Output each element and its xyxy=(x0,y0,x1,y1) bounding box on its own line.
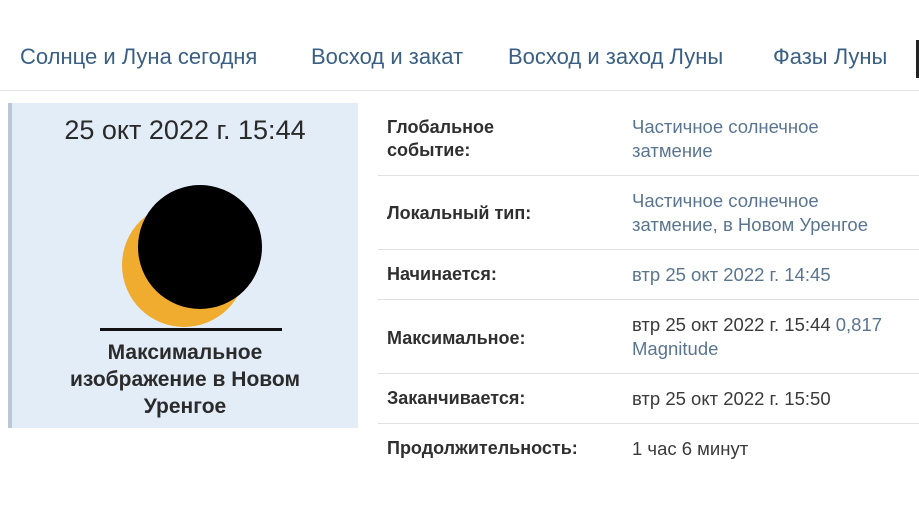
row-maximum: Максимальное: втр 25 окт 2022 г. 15:44 0… xyxy=(378,300,919,374)
eclipse-caption-line: изображение в Новом xyxy=(70,368,300,391)
row-begins: Начинается: втр 25 окт 2022 г. 14:45 xyxy=(378,250,919,300)
row-value-line[interactable]: затмение xyxy=(632,139,919,163)
nav-item-moonrise-moonset[interactable]: Восход и заход Луны xyxy=(508,44,723,70)
row-value[interactable]: Частичное солнечное затмение xyxy=(632,115,919,163)
magnitude-value[interactable]: 0,817 xyxy=(836,314,882,335)
row-value-line: втр 25 окт 2022 г. 15:44 0,817 xyxy=(632,313,919,337)
row-label-line: Глобальное xyxy=(387,117,495,137)
row-value: втр 25 окт 2022 г. 15:44 0,817 Magnitude xyxy=(632,313,919,361)
row-label: Глобальное событие: xyxy=(387,116,494,162)
nav-item-sunrise-sunset[interactable]: Восход и закат xyxy=(311,44,463,70)
moon-disc xyxy=(138,185,262,309)
page: Солнце и Луна сегодня Восход и закат Вос… xyxy=(0,0,919,517)
eclipse-caption-line: Максимальное xyxy=(107,341,263,364)
row-global-event: Глобальное событие: Частичное солнечное … xyxy=(378,103,919,176)
row-value[interactable]: Частичное солнечное затмение, в Новом Ур… xyxy=(632,189,919,237)
row-ends: Заканчивается: втр 25 окт 2022 г. 15:50 xyxy=(378,374,919,424)
row-label-line: событие: xyxy=(387,140,471,160)
eclipse-panel: 25 окт 2022 г. 15:44 Максимальное изобра… xyxy=(8,103,358,428)
row-label: Локальный тип: xyxy=(387,203,532,223)
eclipse-image xyxy=(122,185,262,327)
row-value-line[interactable]: Частичное солнечное xyxy=(632,115,919,139)
eclipse-caption: Максимальное изображение в Новом Уренгое xyxy=(12,339,358,420)
row-value: втр 25 окт 2022 г. 15:50 xyxy=(632,388,831,409)
row-value[interactable]: втр 25 окт 2022 г. 14:45 xyxy=(632,263,919,287)
row-label: Максимальное: xyxy=(387,328,526,348)
row-local-type: Локальный тип: Частичное солнечное затме… xyxy=(378,176,919,250)
nav-item-sun-moon-today[interactable]: Солнце и Луна сегодня xyxy=(20,44,257,70)
row-value-line[interactable]: затмение, в Новом Уренгое xyxy=(632,213,919,237)
eclipse-details-table: Глобальное событие: Частичное солнечное … xyxy=(378,103,919,474)
magnitude-label[interactable]: Magnitude xyxy=(632,337,919,361)
horizon-line xyxy=(100,328,282,331)
row-duration: Продолжительность: 1 час 6 минут xyxy=(378,424,919,474)
row-label: Продолжительность: xyxy=(387,438,578,458)
eclipse-caption-line: Уренгое xyxy=(143,395,227,418)
row-label: Заканчивается: xyxy=(387,388,526,408)
top-nav: Солнце и Луна сегодня Восход и закат Вос… xyxy=(0,28,919,91)
eclipse-datetime: 25 окт 2022 г. 15:44 xyxy=(64,115,306,145)
row-value-line[interactable]: Частичное солнечное xyxy=(632,189,919,213)
max-time: втр 25 окт 2022 г. 15:44 xyxy=(632,314,831,335)
row-label: Начинается: xyxy=(387,264,497,284)
row-value: 1 час 6 минут xyxy=(632,438,749,459)
nav-item-moon-phases[interactable]: Фазы Луны xyxy=(773,44,887,70)
